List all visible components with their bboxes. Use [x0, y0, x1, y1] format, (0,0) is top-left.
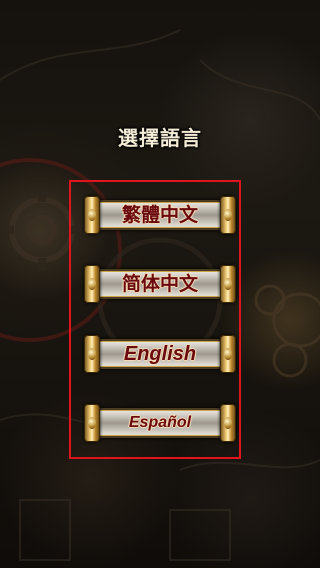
- page-title: 選擇語言: [118, 126, 202, 150]
- language-label: 繁體中文: [121, 204, 198, 226]
- language-label: 简体中文: [121, 273, 198, 295]
- language-button-english[interactable]: English: [84, 335, 236, 373]
- language-button-traditional-chinese[interactable]: 繁體中文: [84, 196, 236, 234]
- language-button-simplified-chinese[interactable]: 简体中文: [84, 265, 236, 303]
- language-label: English: [123, 343, 197, 365]
- language-button-spanish[interactable]: Español: [84, 404, 236, 442]
- language-label: Español: [128, 414, 192, 431]
